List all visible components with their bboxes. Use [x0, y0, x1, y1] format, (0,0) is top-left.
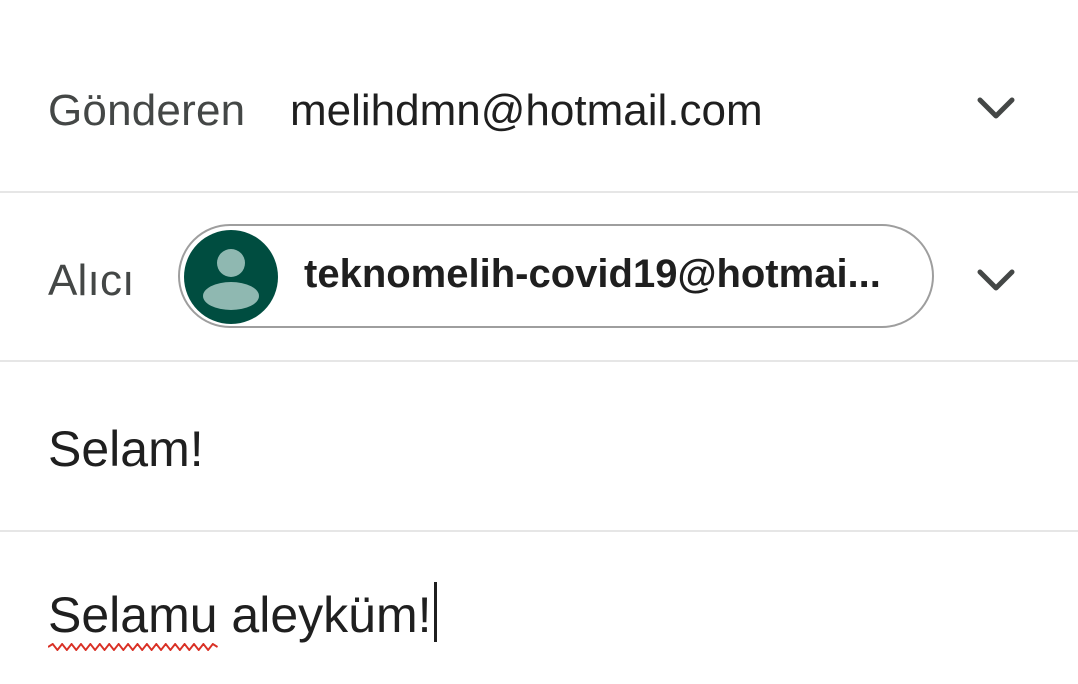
- body-field[interactable]: Selamu aleyküm!: [48, 582, 437, 651]
- divider: [0, 191, 1078, 193]
- from-label: Gönderen: [48, 86, 246, 135]
- subject-field[interactable]: Selam!: [48, 420, 204, 478]
- spellcheck-underline: [48, 643, 218, 651]
- recipient-address: teknomelih-covid19@hotmai...: [304, 252, 881, 296]
- body-row[interactable]: Selamu aleyküm!: [0, 532, 1078, 684]
- misspelled-word[interactable]: Selamu: [48, 587, 218, 651]
- chevron-down-icon[interactable]: [976, 266, 1016, 296]
- recipient-chip[interactable]: teknomelih-covid19@hotmai...: [178, 224, 934, 328]
- subject-row[interactable]: Selam!: [0, 362, 1078, 530]
- person-icon: [203, 249, 259, 310]
- from-row: Gönderen melihdmn@hotmail.com: [0, 0, 1078, 192]
- from-address[interactable]: melihdmn@hotmail.com: [290, 86, 763, 136]
- body-rest-text: aleyküm!: [217, 587, 432, 643]
- text-cursor: [433, 582, 437, 642]
- avatar: [184, 230, 278, 324]
- to-row: Alıcı teknomelih-covid19@hotmai...: [0, 194, 1078, 360]
- chevron-down-icon[interactable]: [976, 94, 1016, 124]
- to-label: Alıcı: [48, 256, 135, 305]
